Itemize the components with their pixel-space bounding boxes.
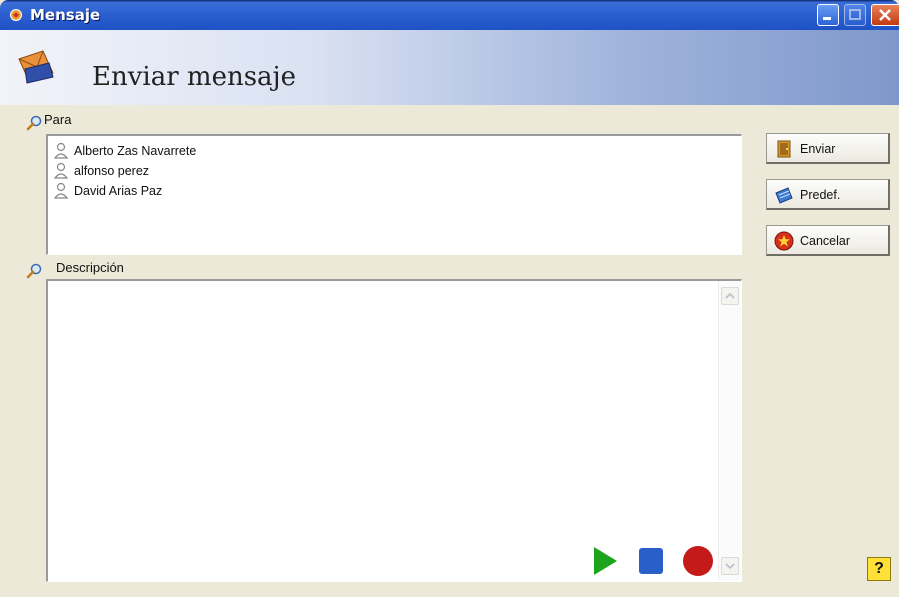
- cancel-label: Cancelar: [800, 234, 851, 248]
- page-title: Enviar mensaje: [92, 62, 297, 92]
- description-textarea[interactable]: [46, 279, 742, 582]
- app-icon: [10, 9, 22, 21]
- predef-label: Predef.: [800, 188, 841, 202]
- maximize-icon: [849, 9, 861, 20]
- magnifier-icon: [26, 115, 42, 131]
- user-icon: [54, 142, 68, 159]
- send-label: Enviar: [800, 142, 836, 156]
- magnifier-icon: [26, 263, 42, 279]
- maximize-button[interactable]: [844, 4, 866, 26]
- chevron-down-icon: [725, 563, 735, 570]
- close-icon: [879, 9, 891, 21]
- vertical-scrollbar[interactable]: [718, 281, 741, 581]
- envelope-send-icon: [18, 50, 54, 84]
- message-template-icon: [775, 187, 793, 204]
- record-icon[interactable]: [682, 545, 714, 577]
- send-button[interactable]: Enviar: [766, 133, 890, 164]
- descripcion-label: Descripción: [56, 260, 124, 275]
- cancel-button[interactable]: Cancelar: [766, 225, 890, 256]
- window-title: Mensaje: [30, 6, 101, 24]
- minimize-button[interactable]: [817, 4, 839, 26]
- scroll-down-button[interactable]: [721, 557, 739, 575]
- cancel-icon: [774, 231, 794, 251]
- recipient-name: alfonso perez: [74, 164, 150, 178]
- play-icon[interactable]: [592, 546, 618, 576]
- recipient-name: Alberto Zas Navarrete: [74, 144, 197, 158]
- title-bar[interactable]: Mensaje: [0, 0, 899, 30]
- help-button[interactable]: ?: [867, 557, 891, 581]
- user-icon: [54, 162, 68, 179]
- minimize-icon: [823, 17, 831, 20]
- header-banner: Enviar mensaje: [0, 30, 899, 105]
- stop-icon[interactable]: [638, 547, 664, 575]
- scroll-up-button[interactable]: [721, 287, 739, 305]
- message-window: Mensaje Enviar mensaje Para Alberto Zas …: [0, 0, 899, 597]
- para-label: Para: [44, 112, 72, 127]
- recipient-name: David Arias Paz: [74, 184, 163, 198]
- close-button[interactable]: [871, 4, 899, 26]
- predef-button[interactable]: Predef.: [766, 179, 890, 210]
- door-icon: [777, 140, 791, 158]
- user-icon: [54, 182, 68, 199]
- chevron-up-icon: [725, 292, 735, 299]
- recipients-list[interactable]: Alberto Zas Navarrete alfonso perez Davi…: [46, 134, 742, 255]
